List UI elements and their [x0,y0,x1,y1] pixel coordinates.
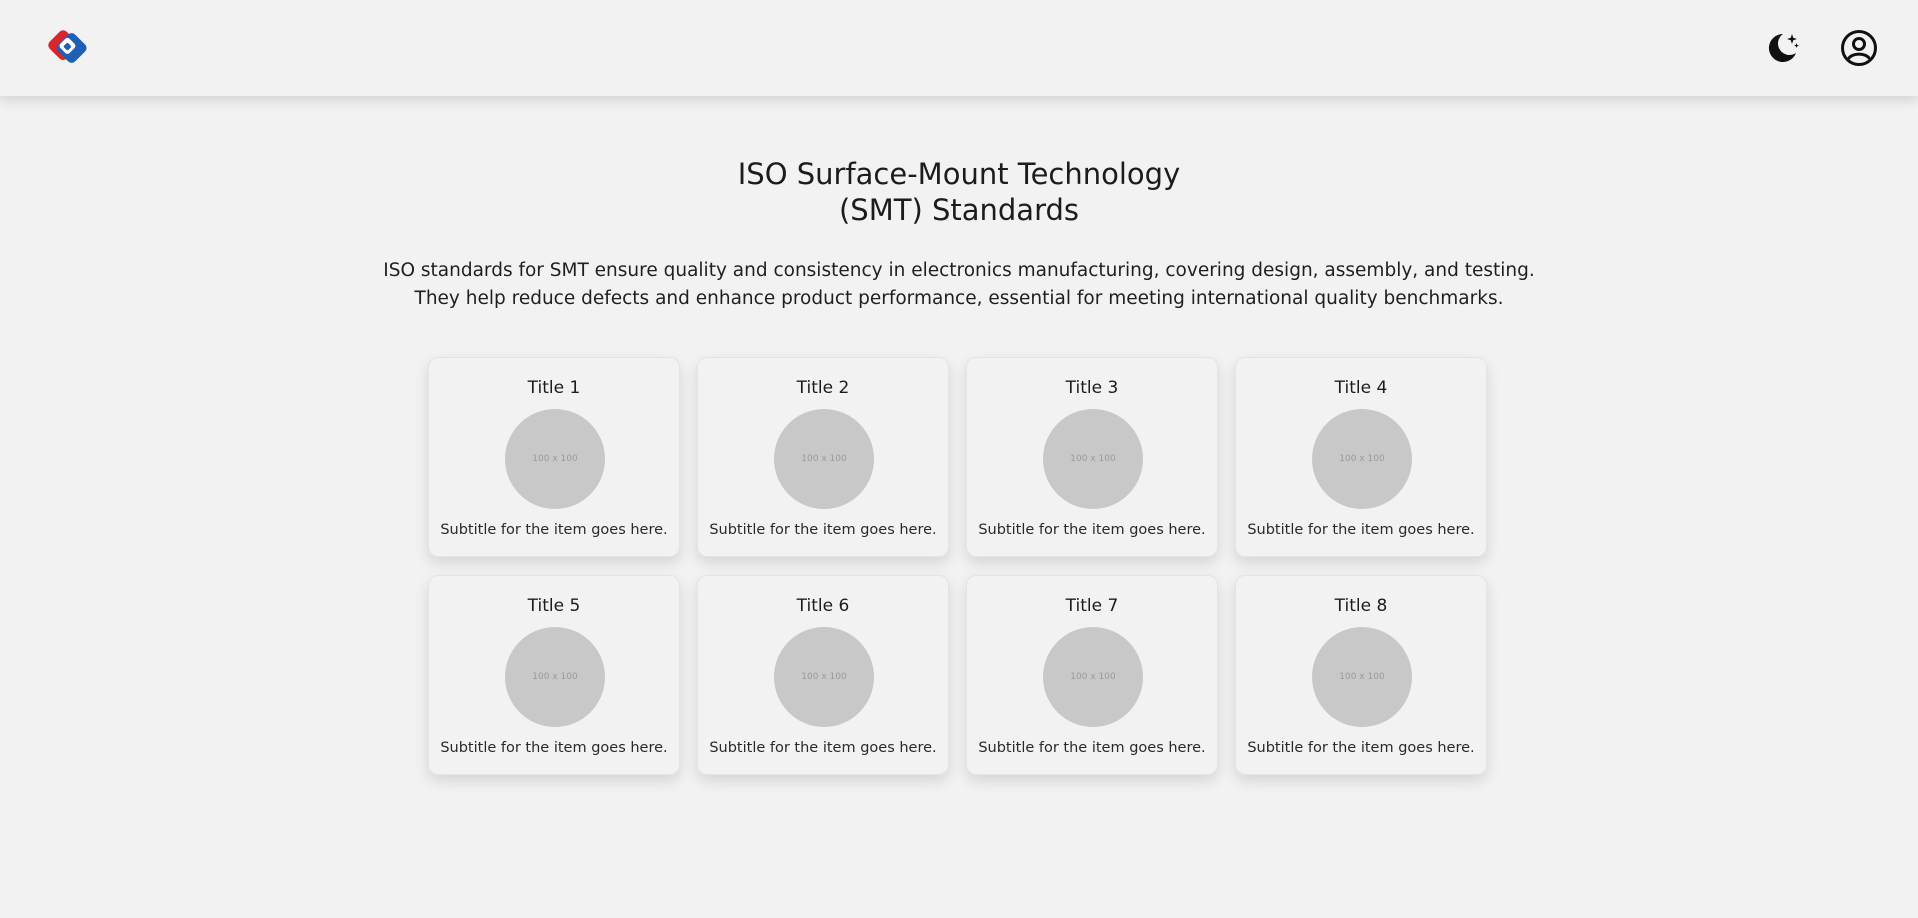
page-title-line-1: ISO Surface-Mount Technology [737,157,1181,191]
card-image-placeholder: 100 x 100 [1043,409,1143,509]
card-subtitle: Subtitle for the item goes here. [440,740,668,756]
image-size-label: 100 x 100 [1070,672,1116,682]
top-navigation-bar [0,0,1918,96]
card-title: Title 8 [1334,596,1388,616]
card-image-placeholder: 100 x 100 [774,627,874,727]
item-card[interactable]: Title 6 100 x 100 Subtitle for the item … [697,575,949,775]
moon-stars-icon[interactable] [1762,28,1802,68]
card-image-placeholder: 100 x 100 [1312,409,1412,509]
card-grid: Title 1 100 x 100 Subtitle for the item … [428,357,1488,775]
card-title: Title 1 [527,378,581,398]
image-size-label: 100 x 100 [1339,672,1385,682]
item-card[interactable]: Title 7 100 x 100 Subtitle for the item … [966,575,1218,775]
card-subtitle: Subtitle for the item goes here. [1247,740,1475,756]
page-description: ISO standards for SMT ensure quality and… [0,257,1918,313]
item-card[interactable]: Title 4 100 x 100 Subtitle for the item … [1235,357,1487,557]
card-image-placeholder: 100 x 100 [505,409,605,509]
card-subtitle: Subtitle for the item goes here. [709,740,937,756]
card-title: Title 2 [796,378,850,398]
image-size-label: 100 x 100 [801,454,847,464]
item-card[interactable]: Title 2 100 x 100 Subtitle for the item … [697,357,949,557]
page-description-line-2: They help reduce defects and enhance pro… [414,288,1504,309]
page-description-line-1: ISO standards for SMT ensure quality and… [383,260,1535,281]
card-subtitle: Subtitle for the item goes here. [1247,522,1475,538]
card-title: Title 5 [527,596,581,616]
item-card[interactable]: Title 5 100 x 100 Subtitle for the item … [428,575,680,775]
card-image-placeholder: 100 x 100 [505,627,605,727]
card-title: Title 6 [796,596,850,616]
image-size-label: 100 x 100 [532,454,578,464]
card-subtitle: Subtitle for the item goes here. [440,522,668,538]
card-image-placeholder: 100 x 100 [1043,627,1143,727]
brand-logo-icon[interactable] [44,26,88,70]
card-title: Title 3 [1065,378,1119,398]
card-subtitle: Subtitle for the item goes here. [978,522,1206,538]
card-title: Title 4 [1334,378,1388,398]
card-image-placeholder: 100 x 100 [1312,627,1412,727]
card-image-placeholder: 100 x 100 [774,409,874,509]
card-subtitle: Subtitle for the item goes here. [709,522,937,538]
image-size-label: 100 x 100 [801,672,847,682]
card-title: Title 7 [1065,596,1119,616]
page-title-line-2: (SMT) Standards [838,193,1080,227]
image-size-label: 100 x 100 [1070,454,1116,464]
image-size-label: 100 x 100 [532,672,578,682]
card-subtitle: Subtitle for the item goes here. [978,740,1206,756]
page-title: ISO Surface-Mount Technology (SMT) Stand… [0,156,1918,228]
item-card[interactable]: Title 1 100 x 100 Subtitle for the item … [428,357,680,557]
user-circle-icon[interactable] [1839,28,1879,68]
item-card[interactable]: Title 3 100 x 100 Subtitle for the item … [966,357,1218,557]
item-card[interactable]: Title 8 100 x 100 Subtitle for the item … [1235,575,1487,775]
image-size-label: 100 x 100 [1339,454,1385,464]
